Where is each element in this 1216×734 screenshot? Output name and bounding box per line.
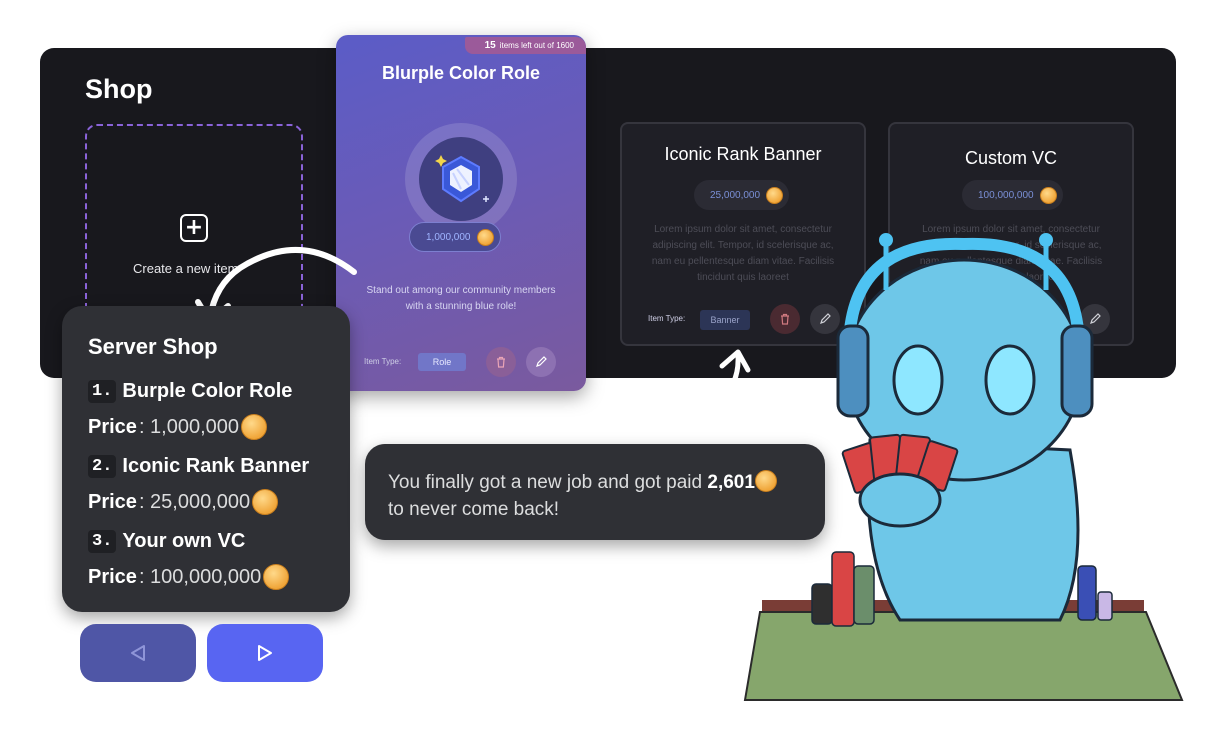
coin-icon	[241, 414, 268, 440]
item-number: 1.	[88, 380, 117, 403]
arrow-left-icon	[131, 645, 145, 661]
server-shop-title: Server Shop	[88, 334, 218, 359]
shop-list-price: Price : 1,000,000	[88, 414, 268, 440]
price-value: : 25,000,000	[138, 490, 251, 513]
price-label: Price	[88, 415, 137, 438]
message-text: You finally got a new job and got paid	[388, 472, 708, 493]
price-value: : 100,000,000	[138, 565, 262, 588]
item-name: Your own VC	[122, 530, 246, 552]
price-label: Price	[88, 565, 137, 588]
shop-list-item: 2. Iconic Rank Banner	[88, 455, 309, 478]
coin-icon	[263, 564, 290, 590]
item-name: Burple Color Role	[122, 380, 293, 402]
item-name: Iconic Rank Banner	[122, 455, 310, 477]
shop-list-item: 1. Burple Color Role	[88, 380, 292, 403]
message-text-continued: to never come back!	[388, 499, 560, 520]
shop-list-item: 3. Your own VC	[88, 530, 245, 553]
coin-icon	[252, 489, 279, 515]
coin-icon	[754, 470, 777, 492]
shop-list-price: Price : 100,000,000	[88, 564, 290, 590]
item-number: 3.	[88, 530, 117, 553]
arrow-right-icon	[258, 645, 272, 661]
shop-list-price: Price : 25,000,000	[88, 489, 279, 515]
previous-page-button[interactable]	[80, 624, 196, 682]
next-page-button[interactable]	[207, 624, 323, 682]
price-label: Price	[88, 490, 137, 513]
payout-amount: 2,601	[707, 472, 755, 493]
job-message-text: You finally got a new job and got paid 2…	[388, 469, 808, 523]
price-value: : 1,000,000	[138, 415, 240, 438]
item-number: 2.	[88, 455, 117, 478]
